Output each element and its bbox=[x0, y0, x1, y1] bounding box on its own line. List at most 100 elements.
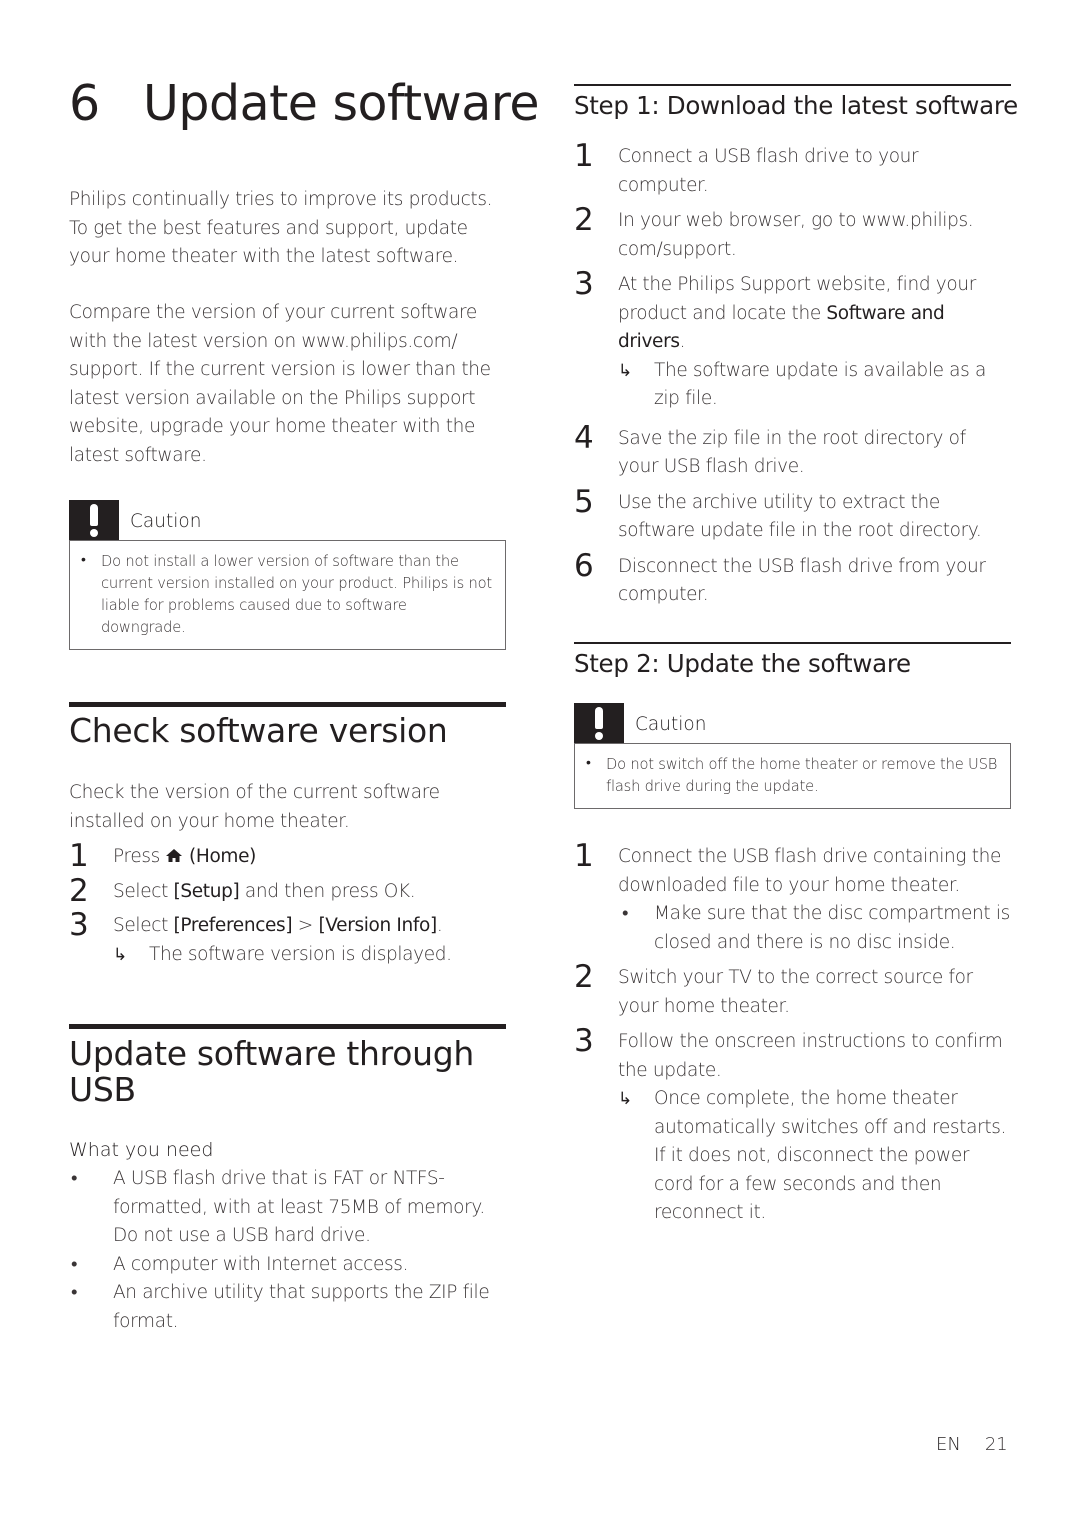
section-title-check-version: Check software version bbox=[69, 711, 448, 750]
requirement-item: • A USB flash drive that is FAT or NTFS-f… bbox=[69, 1165, 506, 1251]
result-arrow-icon: ↳ bbox=[113, 944, 127, 965]
step-number: 3 bbox=[574, 1023, 594, 1059]
step-text: Follow the onscreen instructions to conf… bbox=[618, 1031, 1003, 1081]
title-line: USB bbox=[69, 1070, 136, 1109]
caution-header: Caution bbox=[69, 500, 506, 540]
section-divider bbox=[69, 1024, 506, 1029]
page-number: 21 bbox=[984, 1434, 1008, 1455]
step-item: 2 Switch your TV to the correct source f… bbox=[574, 960, 1011, 1021]
step-number: 5 bbox=[574, 483, 594, 520]
intro-paragraph-1: Philips continually tries to improve its… bbox=[69, 189, 493, 267]
step-text: Save the zip file in the root directory … bbox=[618, 427, 966, 478]
language-code: EN bbox=[936, 1434, 961, 1455]
step-item: 3 Select [Preferences] > [Version Info].… bbox=[69, 908, 506, 970]
check-version-steps: 1 Press (Home) 2 Select [Setup] and then… bbox=[69, 839, 506, 976]
note-text: Make sure that the disc compartment is c… bbox=[654, 903, 1010, 953]
check-version-intro: Check the version of the current softwar… bbox=[69, 782, 440, 832]
step-text: Use the archive utility to extract the s… bbox=[618, 491, 982, 542]
step-number: 1 bbox=[574, 138, 594, 174]
result-text: The software update is available as a zi… bbox=[654, 359, 986, 410]
step-keyword: [Setup] bbox=[173, 880, 240, 902]
step-item: 2 In your web browser, go to www.philips… bbox=[574, 203, 1011, 264]
step-result: ↳ Once complete, the home theater automa… bbox=[618, 1085, 1011, 1228]
step-text: and then press OK. bbox=[244, 880, 416, 902]
step-text: Connect the USB flash drive containing t… bbox=[618, 846, 1002, 896]
bullet-icon: • bbox=[81, 552, 86, 568]
step-keyword: [Preferences] bbox=[173, 915, 293, 936]
requirements-list: • A USB flash drive that is FAT or NTFS-f… bbox=[69, 1165, 506, 1336]
what-you-need-title: What you need bbox=[69, 1139, 214, 1161]
caution-box-update: Caution • Do not switch off the home the… bbox=[574, 703, 1011, 809]
caution-text: Do not install a lower version of softwa… bbox=[101, 553, 492, 636]
result-arrow-icon: ↳ bbox=[618, 1089, 632, 1109]
step-keyword: [Version Info] bbox=[318, 915, 437, 936]
step1-title: Step 1: Download the latest software bbox=[574, 91, 1018, 120]
bullet-icon: • bbox=[71, 1282, 78, 1303]
chapter-title-text: Update software bbox=[143, 75, 539, 132]
step2-list: 1 Connect the USB flash drive containing… bbox=[574, 839, 1011, 1235]
step-item: 3 At the Philips Support website, find y… bbox=[574, 267, 1011, 414]
caution-label: Caution bbox=[130, 511, 202, 532]
requirement-item: • A computer with Internet access. bbox=[69, 1251, 506, 1280]
step-keyword: (Home) bbox=[189, 846, 256, 867]
step-item: 2 Select [Setup] and then press OK. bbox=[69, 874, 506, 908]
caution-text: Do not switch off the home theater or re… bbox=[606, 756, 998, 795]
step-text: Disconnect the USB flash drive from your… bbox=[618, 555, 986, 606]
caution-body: • Do not install a lower version of soft… bbox=[69, 540, 506, 650]
step-number: 2 bbox=[574, 959, 594, 995]
page-footer: EN 21 bbox=[936, 1434, 1008, 1455]
step-result: ↳ The software version is displayed. bbox=[113, 941, 506, 970]
section-title-usb-update: Update software through USB bbox=[69, 1036, 474, 1108]
chapter-title: 6 Update software bbox=[69, 74, 539, 134]
step-number: 2 bbox=[69, 872, 89, 909]
step-number: 3 bbox=[69, 907, 89, 943]
step-text: Connect a USB flash drive to your comput… bbox=[618, 146, 919, 196]
step-number: 6 bbox=[574, 547, 594, 584]
step-number: 1 bbox=[69, 838, 89, 874]
requirement-text: An archive utility that supports the ZIP… bbox=[113, 1282, 490, 1332]
exclamation-icon bbox=[574, 703, 624, 743]
requirement-text: A computer with Internet access. bbox=[113, 1253, 409, 1275]
step-text: Select bbox=[113, 915, 168, 936]
step-text: Switch your TV to the correct source for… bbox=[618, 967, 973, 1017]
chapter-number: 6 bbox=[69, 75, 100, 132]
step1-list: 1 Connect a USB flash drive to your comp… bbox=[574, 139, 1011, 617]
caution-box-downgrade: Caution • Do not install a lower version… bbox=[69, 500, 506, 650]
requirement-item: • An archive utility that supports the ZI… bbox=[69, 1279, 506, 1336]
step-text: . bbox=[436, 915, 443, 936]
result-arrow-icon: ↳ bbox=[618, 360, 632, 381]
title-line: Update software through bbox=[69, 1034, 474, 1073]
step-item: 3 Follow the onscreen instructions to co… bbox=[574, 1024, 1011, 1228]
step-number: 4 bbox=[574, 419, 594, 456]
step-number: 1 bbox=[574, 838, 594, 874]
requirement-text: A USB flash drive that is FAT or NTFS-fo… bbox=[113, 1168, 485, 1246]
bullet-icon: • bbox=[622, 903, 629, 924]
result-text: The software version is displayed. bbox=[149, 943, 452, 965]
step-text: Select bbox=[113, 880, 168, 902]
step-item: 4 Save the zip file in the root director… bbox=[574, 421, 1011, 482]
bullet-icon: • bbox=[71, 1253, 78, 1275]
step-result: ↳ The software update is available as a … bbox=[618, 357, 1011, 414]
step-item: 6 Disconnect the USB flash drive from yo… bbox=[574, 549, 1011, 610]
home-icon bbox=[166, 849, 183, 862]
step-item: 1 Connect a USB flash drive to your comp… bbox=[574, 139, 1011, 200]
step-item: 5 Use the archive utility to extract the… bbox=[574, 485, 1011, 546]
caution-label: Caution bbox=[635, 714, 707, 735]
intro-paragraph-2: Compare the version of your current soft… bbox=[69, 302, 491, 466]
step-item: 1 Press (Home) bbox=[69, 839, 506, 873]
step-text: . bbox=[679, 331, 686, 352]
step-separator: > bbox=[297, 915, 314, 936]
step-number: 3 bbox=[574, 266, 594, 302]
caution-body: • Do not switch off the home theater or … bbox=[574, 743, 1011, 809]
result-text: Once complete, the home theater automati… bbox=[654, 1088, 1007, 1223]
step2-title: Step 2: Update the software bbox=[574, 649, 911, 678]
step-item: 1 Connect the USB flash drive containing… bbox=[574, 839, 1011, 957]
step-note: • Make sure that the disc compartment is… bbox=[618, 900, 1011, 957]
bullet-icon: • bbox=[71, 1168, 78, 1189]
step-text: Press bbox=[113, 846, 160, 867]
step-divider bbox=[574, 642, 1011, 644]
step-divider bbox=[574, 84, 1011, 86]
exclamation-icon bbox=[69, 500, 119, 540]
step-text: In your web browser, go to www.philips. … bbox=[618, 210, 974, 260]
step-number: 2 bbox=[574, 202, 594, 238]
